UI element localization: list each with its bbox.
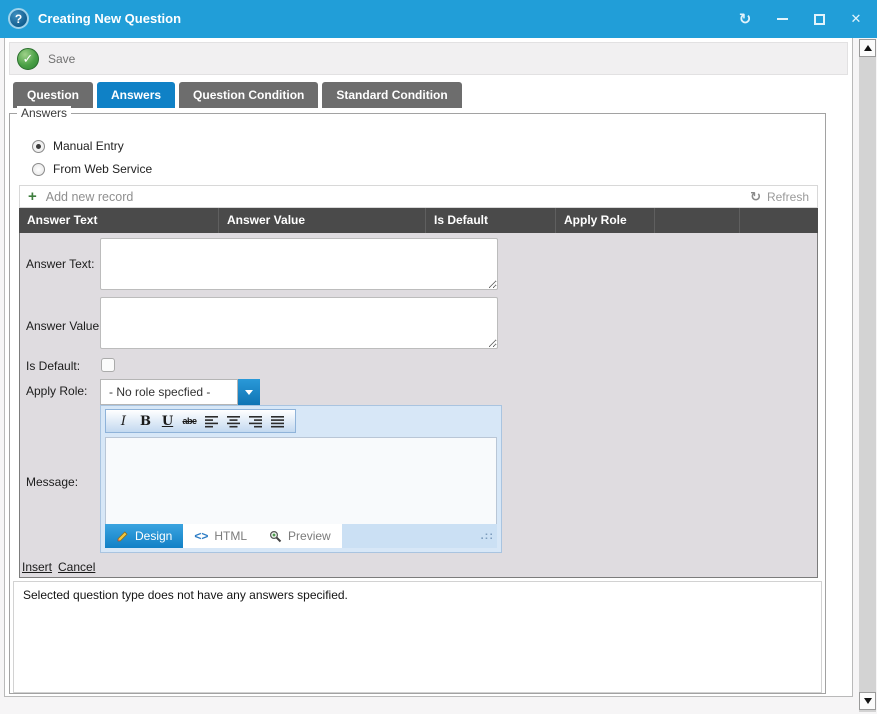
column-header-is-default[interactable]: Is Default xyxy=(426,208,556,233)
help-icon[interactable]: ? xyxy=(8,8,29,29)
dialog-content-panel: ✓ Save Question Answers Question Conditi… xyxy=(4,38,853,697)
align-center-button[interactable] xyxy=(225,415,242,428)
insert-link[interactable]: Insert xyxy=(22,560,52,574)
column-header-answer-value[interactable]: Answer Value xyxy=(219,208,426,233)
scroll-down-icon xyxy=(864,698,872,704)
column-header-empty-1 xyxy=(655,208,740,233)
editor-tab-preview[interactable]: Preview xyxy=(258,524,342,548)
resize-grip[interactable]: .:: xyxy=(481,530,494,542)
align-center-icon xyxy=(226,415,242,428)
dropdown-button[interactable] xyxy=(238,379,260,405)
answers-fieldset: Answers Manual Entry From Web Service + … xyxy=(9,113,826,694)
answers-grid: + Add new record ↻ Refresh Answer Text A… xyxy=(19,185,818,578)
titlebar-buttons: ↻ ✕ xyxy=(738,0,863,38)
tab-question[interactable]: Question xyxy=(13,82,93,108)
scroll-up-button[interactable] xyxy=(859,39,876,57)
answers-legend: Answers xyxy=(17,106,71,120)
tab-question-condition[interactable]: Question Condition xyxy=(179,82,318,108)
align-left-button[interactable] xyxy=(203,415,220,428)
editor-tab-html[interactable]: <> HTML xyxy=(183,524,258,548)
empty-message-panel: Selected question type does not have any… xyxy=(13,581,822,693)
column-header-empty-2 xyxy=(740,208,818,233)
align-left-icon xyxy=(204,415,220,428)
strikethrough-button[interactable]: abe xyxy=(181,416,198,426)
cancel-link[interactable]: Cancel xyxy=(58,560,95,574)
radio-manual-entry[interactable]: Manual Entry xyxy=(32,139,124,153)
answer-text-label: Answer Text: xyxy=(26,257,94,271)
answer-text-input[interactable] xyxy=(100,238,498,290)
radio-from-web-service[interactable]: From Web Service xyxy=(32,162,152,176)
refresh-icon: ↻ xyxy=(750,189,761,205)
add-new-record-button[interactable]: Add new record xyxy=(46,190,134,204)
save-check-icon: ✓ xyxy=(17,48,39,70)
radio-manual-entry-label: Manual Entry xyxy=(53,139,124,153)
answer-value-input[interactable] xyxy=(100,297,498,349)
apply-role-label: Apply Role: xyxy=(26,384,87,398)
editor-toolbar: I B U abe xyxy=(105,409,296,433)
code-icon: <> xyxy=(194,529,208,543)
align-right-icon xyxy=(248,415,264,428)
italic-button[interactable]: I xyxy=(115,414,132,429)
message-editor: I B U abe xyxy=(100,405,502,553)
column-header-answer-text[interactable]: Answer Text xyxy=(19,208,219,233)
grid-command-bar: + Add new record ↻ Refresh xyxy=(19,185,818,208)
grid-edit-form: Answer Text: Answer Value: Is Default: A… xyxy=(19,233,818,578)
answer-value-label: Answer Value: xyxy=(26,319,102,333)
magnifier-icon xyxy=(269,530,282,543)
align-right-button[interactable] xyxy=(247,415,264,428)
apply-role-value: - No role specfied - xyxy=(100,379,238,405)
maximize-icon[interactable] xyxy=(812,11,826,27)
message-editor-content[interactable] xyxy=(105,437,497,526)
underline-button[interactable]: U xyxy=(159,414,176,429)
is-default-checkbox[interactable] xyxy=(101,358,115,372)
toolbar: ✓ Save xyxy=(9,42,848,75)
minimize-icon[interactable] xyxy=(775,11,789,27)
justify-button[interactable] xyxy=(269,415,286,428)
window-title: Creating New Question xyxy=(38,0,181,38)
titlebar: ? Creating New Question ↻ ✕ xyxy=(0,0,877,38)
editor-tab-design[interactable]: Design xyxy=(105,524,183,548)
tab-answers[interactable]: Answers xyxy=(97,82,175,108)
add-icon: + xyxy=(28,189,37,204)
grid-header-row: Answer Text Answer Value Is Default Appl… xyxy=(19,208,818,233)
scroll-down-button[interactable] xyxy=(859,692,876,710)
window-refresh-icon[interactable]: ↻ xyxy=(738,11,752,27)
pencil-icon xyxy=(116,530,129,543)
radio-selected-icon xyxy=(32,140,45,153)
radio-unselected-icon xyxy=(32,163,45,176)
refresh-button[interactable]: Refresh xyxy=(767,190,809,204)
tab-standard-condition[interactable]: Standard Condition xyxy=(322,82,461,108)
bold-button[interactable]: B xyxy=(137,414,154,429)
edit-form-commands: Insert Cancel xyxy=(22,560,101,574)
vertical-scrollbar[interactable] xyxy=(859,39,876,712)
scroll-up-icon xyxy=(864,45,872,51)
justify-icon xyxy=(270,415,286,428)
chevron-down-icon xyxy=(245,390,253,395)
save-label: Save xyxy=(48,52,75,66)
column-header-apply-role[interactable]: Apply Role xyxy=(556,208,655,233)
radio-from-web-service-label: From Web Service xyxy=(53,162,152,176)
close-icon[interactable]: ✕ xyxy=(849,11,863,27)
save-button[interactable]: ✓ Save xyxy=(17,48,75,70)
apply-role-dropdown[interactable]: - No role specfied - xyxy=(100,379,260,405)
message-label: Message: xyxy=(26,475,78,489)
editor-mode-tabs: Design <> HTML xyxy=(105,524,497,548)
is-default-label: Is Default: xyxy=(26,359,80,373)
tab-strip: Question Answers Question Condition Stan… xyxy=(13,82,462,108)
